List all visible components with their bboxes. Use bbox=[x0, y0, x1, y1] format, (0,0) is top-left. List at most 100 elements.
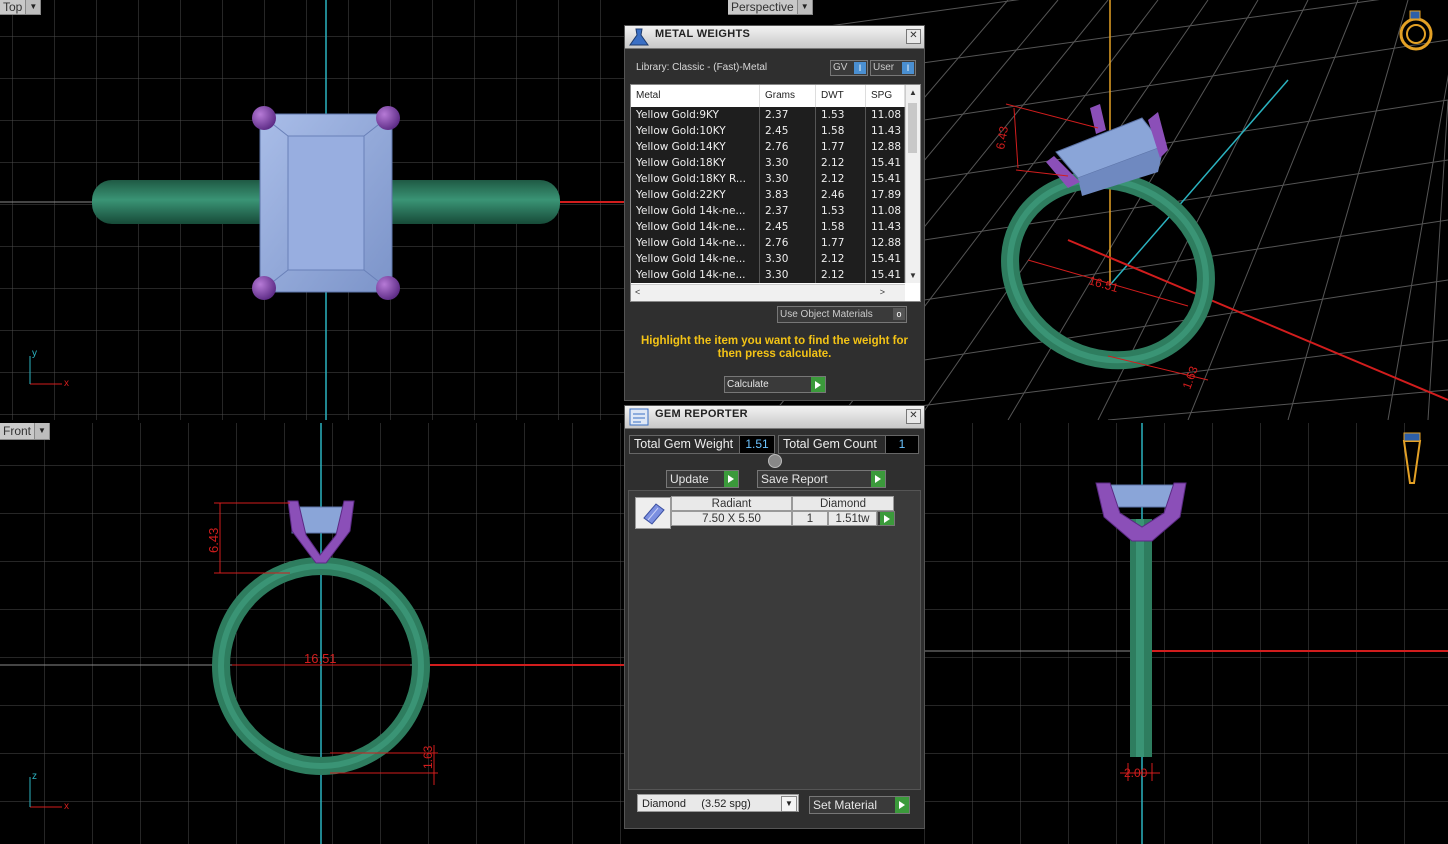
save-report-button[interactable]: Save Report bbox=[757, 470, 886, 488]
table-cell: 1.53 bbox=[816, 203, 866, 219]
table-cell: Yellow Gold 14k-ne... bbox=[631, 235, 760, 251]
radiant-gem-icon bbox=[635, 497, 671, 529]
close-icon[interactable]: ✕ bbox=[906, 29, 921, 44]
table-row[interactable]: Yellow Gold 14k-ne... 3.30 2.12 15.41 bbox=[631, 267, 905, 283]
col-metal[interactable]: Metal bbox=[631, 85, 760, 107]
table-cell: Yellow Gold 14k-ne... bbox=[631, 203, 760, 219]
gem-reporter-panel: GEM REPORTER ✕ Total Gem Weight 1.51 Tot… bbox=[624, 405, 925, 829]
scroll-down-icon[interactable]: ▼ bbox=[909, 271, 917, 280]
front-view-canvas: 6.43 16.51 1.63 x z bbox=[0, 423, 624, 844]
gem-shape: Radiant bbox=[671, 496, 792, 511]
table-cell: Yellow Gold 14k-ne... bbox=[631, 267, 760, 283]
user-toggle[interactable]: User I bbox=[870, 60, 916, 76]
toggle-indicator-icon: o bbox=[893, 308, 905, 320]
calculate-button[interactable]: Calculate bbox=[724, 376, 826, 393]
table-cell: 17.89 bbox=[866, 187, 905, 203]
gv-toggle[interactable]: GV I bbox=[830, 60, 868, 76]
splitter-handle-icon[interactable] bbox=[768, 454, 782, 468]
metal-table-header: Metal Grams DWT SPG bbox=[631, 85, 905, 107]
table-cell: 1.77 bbox=[816, 235, 866, 251]
table-cell: 11.43 bbox=[866, 123, 905, 139]
table-cell: 3.83 bbox=[760, 187, 816, 203]
close-icon[interactable]: ✕ bbox=[906, 409, 921, 424]
gem-reporter-title: GEM REPORTER bbox=[655, 408, 748, 420]
gem-reporter-titlebar[interactable]: GEM REPORTER ✕ bbox=[625, 406, 924, 429]
table-cell: 3.30 bbox=[760, 251, 816, 267]
viewport-front[interactable]: 6.43 16.51 1.63 x z Front ▼ bbox=[0, 423, 624, 844]
vertical-scrollbar[interactable]: ▲ ▼ bbox=[905, 85, 920, 283]
front-dim-height: 6.43 bbox=[206, 528, 221, 553]
table-cell: 2.12 bbox=[816, 171, 866, 187]
table-cell: 2.37 bbox=[760, 107, 816, 123]
scroll-right-icon[interactable]: > bbox=[880, 287, 885, 297]
table-cell: 15.41 bbox=[866, 267, 905, 283]
viewport-side[interactable]: 2.00 bbox=[924, 423, 1448, 844]
table-row[interactable]: Yellow Gold 14k-ne... 3.30 2.12 15.41 bbox=[631, 251, 905, 267]
gem-row-action-button[interactable] bbox=[877, 511, 895, 526]
table-cell: Yellow Gold 14k-ne... bbox=[631, 219, 760, 235]
col-grams[interactable]: Grams bbox=[760, 85, 816, 107]
save-report-label: Save Report bbox=[761, 472, 828, 486]
metal-table[interactable]: Metal Grams DWT SPG Yellow Gold:9KY 2.37 1… bbox=[630, 84, 921, 302]
metal-weights-titlebar[interactable]: METAL WEIGHTS ✕ bbox=[625, 26, 924, 49]
table-cell: 2.12 bbox=[816, 267, 866, 283]
front-axis-x: x bbox=[64, 801, 69, 812]
table-row[interactable]: Yellow Gold:22KY 3.83 2.46 17.89 bbox=[631, 187, 905, 203]
play-icon bbox=[871, 471, 885, 487]
viewport-front-label[interactable]: Front ▼ bbox=[0, 423, 51, 440]
table-cell: Yellow Gold:18KY bbox=[631, 155, 760, 171]
table-cell: 1.53 bbox=[816, 107, 866, 123]
table-cell: 15.41 bbox=[866, 251, 905, 267]
gem-weight: 1.51tw bbox=[828, 511, 877, 526]
set-material-label: Set Material bbox=[813, 798, 878, 812]
table-row[interactable]: Yellow Gold 14k-ne... 2.76 1.77 12.88 bbox=[631, 235, 905, 251]
table-row[interactable]: Yellow Gold:18KY R... 3.30 2.12 15.41 bbox=[631, 171, 905, 187]
col-spg[interactable]: SPG bbox=[866, 85, 905, 107]
metal-weights-hint: Highlight the item you want to find the … bbox=[640, 335, 909, 360]
table-row[interactable]: Yellow Gold:18KY 3.30 2.12 15.41 bbox=[631, 155, 905, 171]
viewport-perspective-label[interactable]: Perspective ▼ bbox=[728, 0, 813, 15]
table-cell: Yellow Gold:9KY bbox=[631, 107, 760, 123]
table-cell: 2.37 bbox=[760, 203, 816, 219]
metal-weights-panel: METAL WEIGHTS ✕ Library: Classic - (Fast… bbox=[624, 25, 925, 401]
top-axis-x: x bbox=[64, 378, 69, 389]
table-cell: Yellow Gold:18KY R... bbox=[631, 171, 760, 187]
gem-qty: 1 bbox=[792, 511, 828, 526]
table-cell: 12.88 bbox=[866, 235, 905, 251]
table-cell: 2.12 bbox=[816, 251, 866, 267]
set-material-button[interactable]: Set Material bbox=[809, 796, 910, 814]
col-dwt[interactable]: DWT bbox=[816, 85, 866, 107]
material-select-value: Diamond (3.52 spg) bbox=[642, 798, 751, 810]
horizontal-scrollbar[interactable]: < > bbox=[631, 284, 905, 301]
table-row[interactable]: Yellow Gold:14KY 2.76 1.77 12.88 bbox=[631, 139, 905, 155]
front-axis-z: z bbox=[32, 771, 37, 782]
gem-report-list[interactable]: Radiant Diamond 7.50 X 5.50 1 1.51tw bbox=[628, 490, 921, 790]
table-cell: 15.41 bbox=[866, 171, 905, 187]
table-row[interactable]: Yellow Gold 14k-ne... 2.37 1.53 11.08 bbox=[631, 203, 905, 219]
update-button[interactable]: Update bbox=[666, 470, 739, 488]
viewport-top-label[interactable]: Top ▼ bbox=[0, 0, 42, 15]
table-cell: Yellow Gold 14k-ne... bbox=[631, 251, 760, 267]
table-cell: 11.08 bbox=[866, 203, 905, 219]
table-cell: 1.58 bbox=[816, 219, 866, 235]
total-gem-count-label: Total Gem Count bbox=[778, 435, 886, 454]
viewport-top[interactable]: x y Top ▼ bbox=[0, 0, 624, 420]
material-select[interactable]: Diamond (3.52 spg) ▼ bbox=[637, 794, 799, 812]
toggle-indicator-icon: I bbox=[854, 62, 866, 74]
table-cell: Yellow Gold:10KY bbox=[631, 123, 760, 139]
table-row[interactable]: Yellow Gold:9KY 2.37 1.53 11.08 bbox=[631, 107, 905, 123]
chevron-down-icon[interactable]: ▼ bbox=[796, 0, 812, 14]
scrollbar-thumb[interactable] bbox=[908, 103, 917, 153]
total-gem-count-value: 1 bbox=[885, 435, 919, 454]
chevron-down-icon[interactable]: ▼ bbox=[781, 796, 797, 812]
metal-table-body: Yellow Gold:9KY 2.37 1.53 11.08 Yellow Gold:… bbox=[631, 107, 905, 283]
use-object-materials-toggle[interactable]: Use Object Materials o bbox=[777, 306, 907, 323]
scroll-up-icon[interactable]: ▲ bbox=[909, 88, 917, 97]
play-icon bbox=[895, 797, 909, 813]
scroll-left-icon[interactable]: < bbox=[635, 287, 640, 297]
chevron-down-icon[interactable]: ▼ bbox=[34, 423, 50, 439]
chevron-down-icon[interactable]: ▼ bbox=[25, 0, 41, 14]
table-row[interactable]: Yellow Gold:10KY 2.45 1.58 11.43 bbox=[631, 123, 905, 139]
table-cell: 11.08 bbox=[866, 107, 905, 123]
table-row[interactable]: Yellow Gold 14k-ne... 2.45 1.58 11.43 bbox=[631, 219, 905, 235]
